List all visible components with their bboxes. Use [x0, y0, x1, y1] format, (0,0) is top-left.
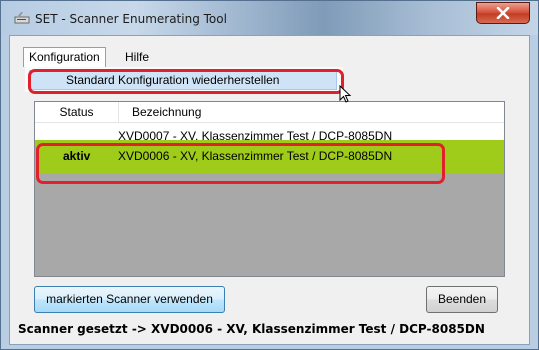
app-window: SET - Scanner Enumerating Tool Konfigura…	[0, 0, 539, 350]
column-header-status[interactable]: Status	[35, 102, 119, 122]
highlight-callout-active-row	[36, 143, 445, 184]
close-button[interactable]	[476, 2, 530, 24]
status-text: Scanner gesetzt -> XVD0006 - XV, Klassen…	[18, 322, 485, 336]
quit-button[interactable]: Beenden	[426, 286, 498, 313]
list-empty-area	[35, 174, 504, 276]
menu-konfiguration[interactable]: Konfiguration	[23, 47, 106, 67]
row-bezeichnung: XVD0007 - XV, Klassenzimmer Test / DCP-8…	[118, 129, 393, 140]
title-bar[interactable]: SET - Scanner Enumerating Tool	[1, 1, 538, 35]
scanner-list[interactable]: Status Bezeichnung XVD0007 - XV, Klassen…	[34, 101, 505, 277]
highlight-callout-menu-item	[28, 69, 344, 94]
list-header: Status Bezeichnung	[35, 102, 504, 123]
use-marked-scanner-button[interactable]: markierten Scanner verwenden	[34, 286, 225, 313]
list-row-xvd0007[interactable]: XVD0007 - XV, Klassenzimmer Test / DCP-8…	[35, 123, 504, 140]
menu-bar: Konfiguration Hilfe	[21, 47, 531, 67]
window-title: SET - Scanner Enumerating Tool	[35, 12, 227, 26]
column-header-bezeichnung[interactable]: Bezeichnung	[132, 102, 201, 122]
close-icon	[496, 7, 510, 19]
scanner-app-icon	[14, 12, 30, 24]
menu-hilfe[interactable]: Hilfe	[120, 47, 154, 67]
mouse-pointer-icon	[339, 85, 352, 103]
